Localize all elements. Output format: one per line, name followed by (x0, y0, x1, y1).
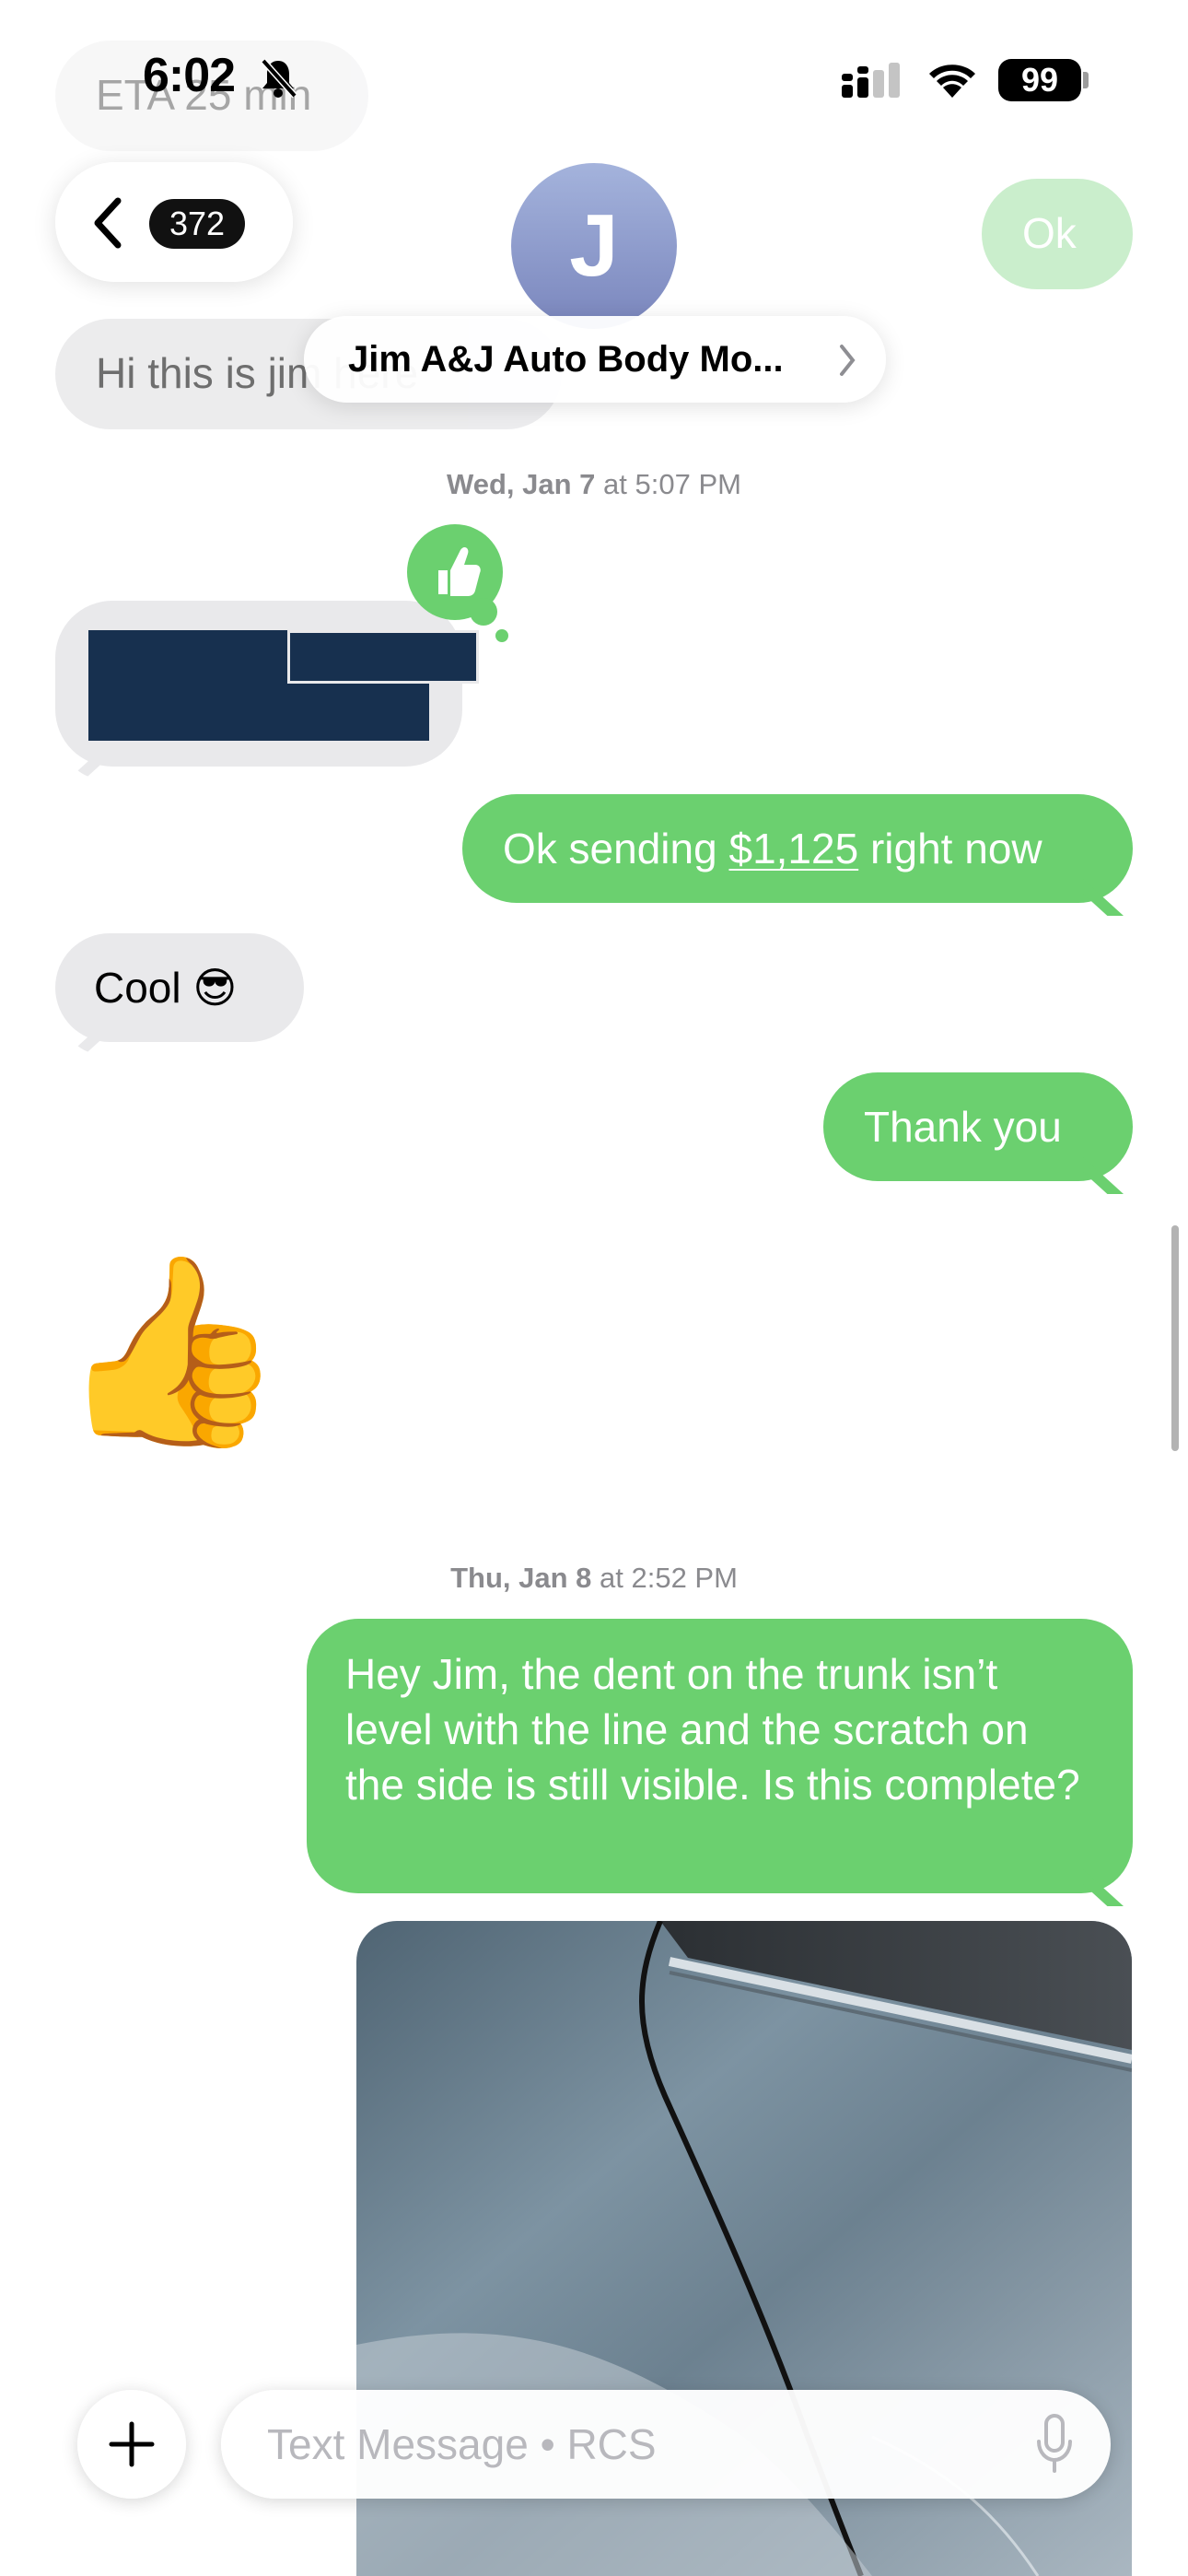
outgoing-message-bubble[interactable]: Ok sending $1,125 right now (462, 794, 1133, 903)
timestamp-day: Thu, Jan 8 (450, 1562, 592, 1594)
timestamp: Thu, Jan 8 at 2:52 PM (0, 1562, 1188, 1595)
redaction-block (287, 630, 479, 684)
cellular-signal-icon (842, 63, 900, 98)
message-text: Cool 😎 (94, 964, 238, 1012)
tapback-tail (495, 629, 508, 642)
status-time: 6:02 (143, 49, 236, 102)
timestamp-time: at 2:52 PM (591, 1562, 738, 1594)
message-text: Ok sending (503, 825, 729, 872)
microphone-icon[interactable] (1031, 2412, 1077, 2476)
incoming-message-bubble[interactable]: Cool 😎 (55, 933, 304, 1042)
contact-avatar[interactable]: J (511, 163, 677, 329)
payment-amount-link[interactable]: $1,125 (728, 825, 858, 872)
timestamp: Wed, Jan 7 at 5:07 PM (0, 468, 1188, 501)
incoming-redacted-bubble[interactable] (55, 601, 479, 767)
chevron-right-icon (840, 345, 856, 376)
battery-cap (1083, 72, 1089, 88)
message-input[interactable] (221, 2390, 1111, 2499)
thumbs-up-emoji: 👍 (57, 1248, 287, 1454)
chevron-left-icon (94, 197, 122, 249)
status-bar: 6:02 99 (0, 0, 1188, 157)
message-text: right now (858, 825, 1042, 872)
outgoing-message-bubble[interactable]: Thank you (823, 1072, 1133, 1181)
timestamp-day: Wed, Jan 7 (447, 468, 596, 500)
outgoing-message-bubble[interactable]: Hey Jim, the dent on the trunk isn’t lev… (307, 1619, 1133, 1893)
faded-message-text: Ok (1022, 209, 1077, 257)
message-text: Thank you (864, 1103, 1062, 1151)
unread-count-badge: 372 (149, 199, 245, 249)
add-attachment-button[interactable] (77, 2390, 186, 2499)
faded-outgoing-bubble: Ok (982, 179, 1133, 289)
scrollbar[interactable] (1171, 1225, 1179, 1451)
plus-icon (109, 2421, 155, 2467)
emoji-message[interactable]: 👍 (57, 1246, 286, 1458)
avatar-initial: J (569, 196, 619, 295)
message-text: Hey Jim, the dent on the trunk isn’t lev… (345, 1650, 1080, 1809)
battery-indicator: 99 (998, 59, 1081, 101)
timestamp-time: at 5:07 PM (595, 468, 741, 500)
battery-level: 99 (1020, 61, 1059, 99)
bell-slash-icon (261, 58, 297, 99)
wifi-icon (929, 64, 975, 98)
contact-name: Jim A&J Auto Body Mo... (348, 339, 784, 380)
unread-count: 372 (169, 205, 226, 242)
tapback-tail (470, 598, 497, 626)
contact-name-button[interactable]: Jim A&J Auto Body Mo... (304, 316, 886, 403)
